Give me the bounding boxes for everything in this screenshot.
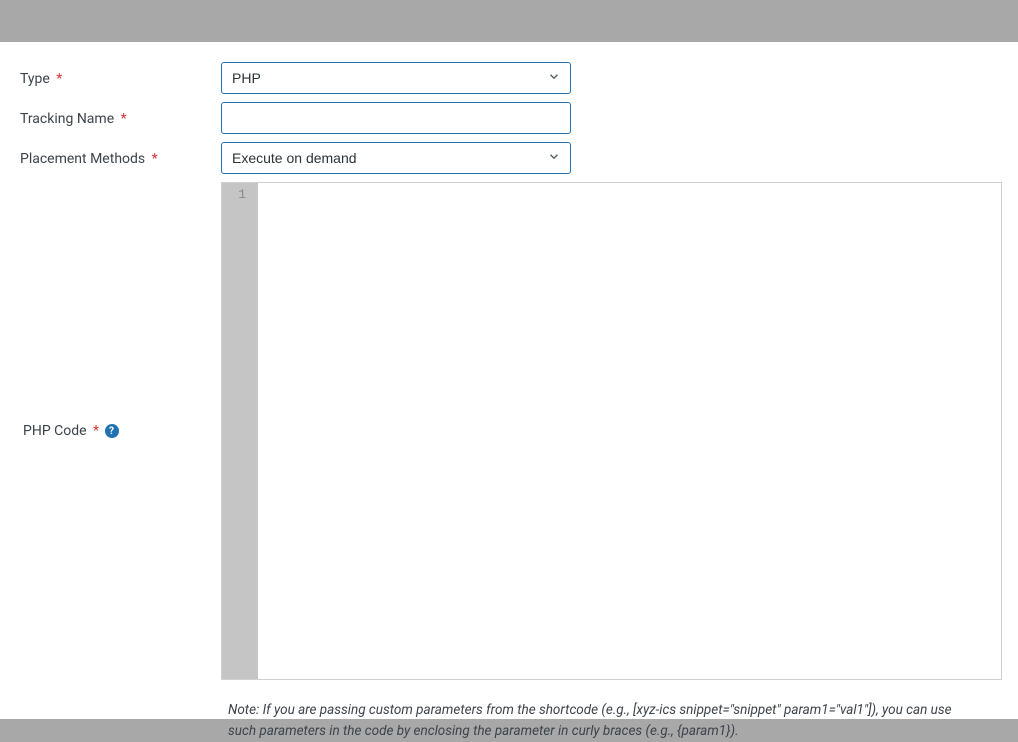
type-label: Type * bbox=[20, 69, 221, 87]
line-number: 1 bbox=[222, 187, 246, 202]
php-code-row: PHP Code * ? 1 Note: I bbox=[20, 182, 1002, 742]
code-editor[interactable]: 1 bbox=[221, 182, 1002, 680]
tracking-name-label: Tracking Name * bbox=[20, 109, 221, 127]
type-label-text: Type bbox=[20, 71, 50, 87]
php-code-label: PHP Code * ? bbox=[20, 182, 221, 680]
placement-methods-label: Placement Methods * bbox=[20, 149, 221, 167]
placement-methods-label-text: Placement Methods bbox=[20, 151, 145, 167]
required-asterisk: * bbox=[93, 423, 99, 439]
required-asterisk: * bbox=[121, 111, 127, 127]
code-gutter: 1 bbox=[222, 183, 252, 679]
required-asterisk: * bbox=[152, 151, 158, 167]
code-area[interactable] bbox=[258, 183, 1001, 679]
tracking-name-input[interactable] bbox=[221, 102, 571, 134]
tracking-name-row: Tracking Name * bbox=[20, 102, 1002, 134]
help-icon[interactable]: ? bbox=[105, 424, 119, 438]
type-row: Type * PHP bbox=[20, 62, 1002, 94]
placement-methods-row: Placement Methods * Execute on demand bbox=[20, 142, 1002, 174]
note-text: Note: If you are passing custom paramete… bbox=[221, 700, 981, 742]
tracking-name-label-text: Tracking Name bbox=[20, 111, 114, 127]
type-select[interactable]: PHP bbox=[221, 62, 571, 94]
form-panel: Type * PHP Tracking Name * Placement Met… bbox=[0, 42, 1018, 719]
php-code-label-text: PHP Code bbox=[23, 423, 87, 439]
top-gray-bar bbox=[0, 0, 1018, 42]
placement-methods-select[interactable]: Execute on demand bbox=[221, 142, 571, 174]
required-asterisk: * bbox=[56, 71, 62, 87]
